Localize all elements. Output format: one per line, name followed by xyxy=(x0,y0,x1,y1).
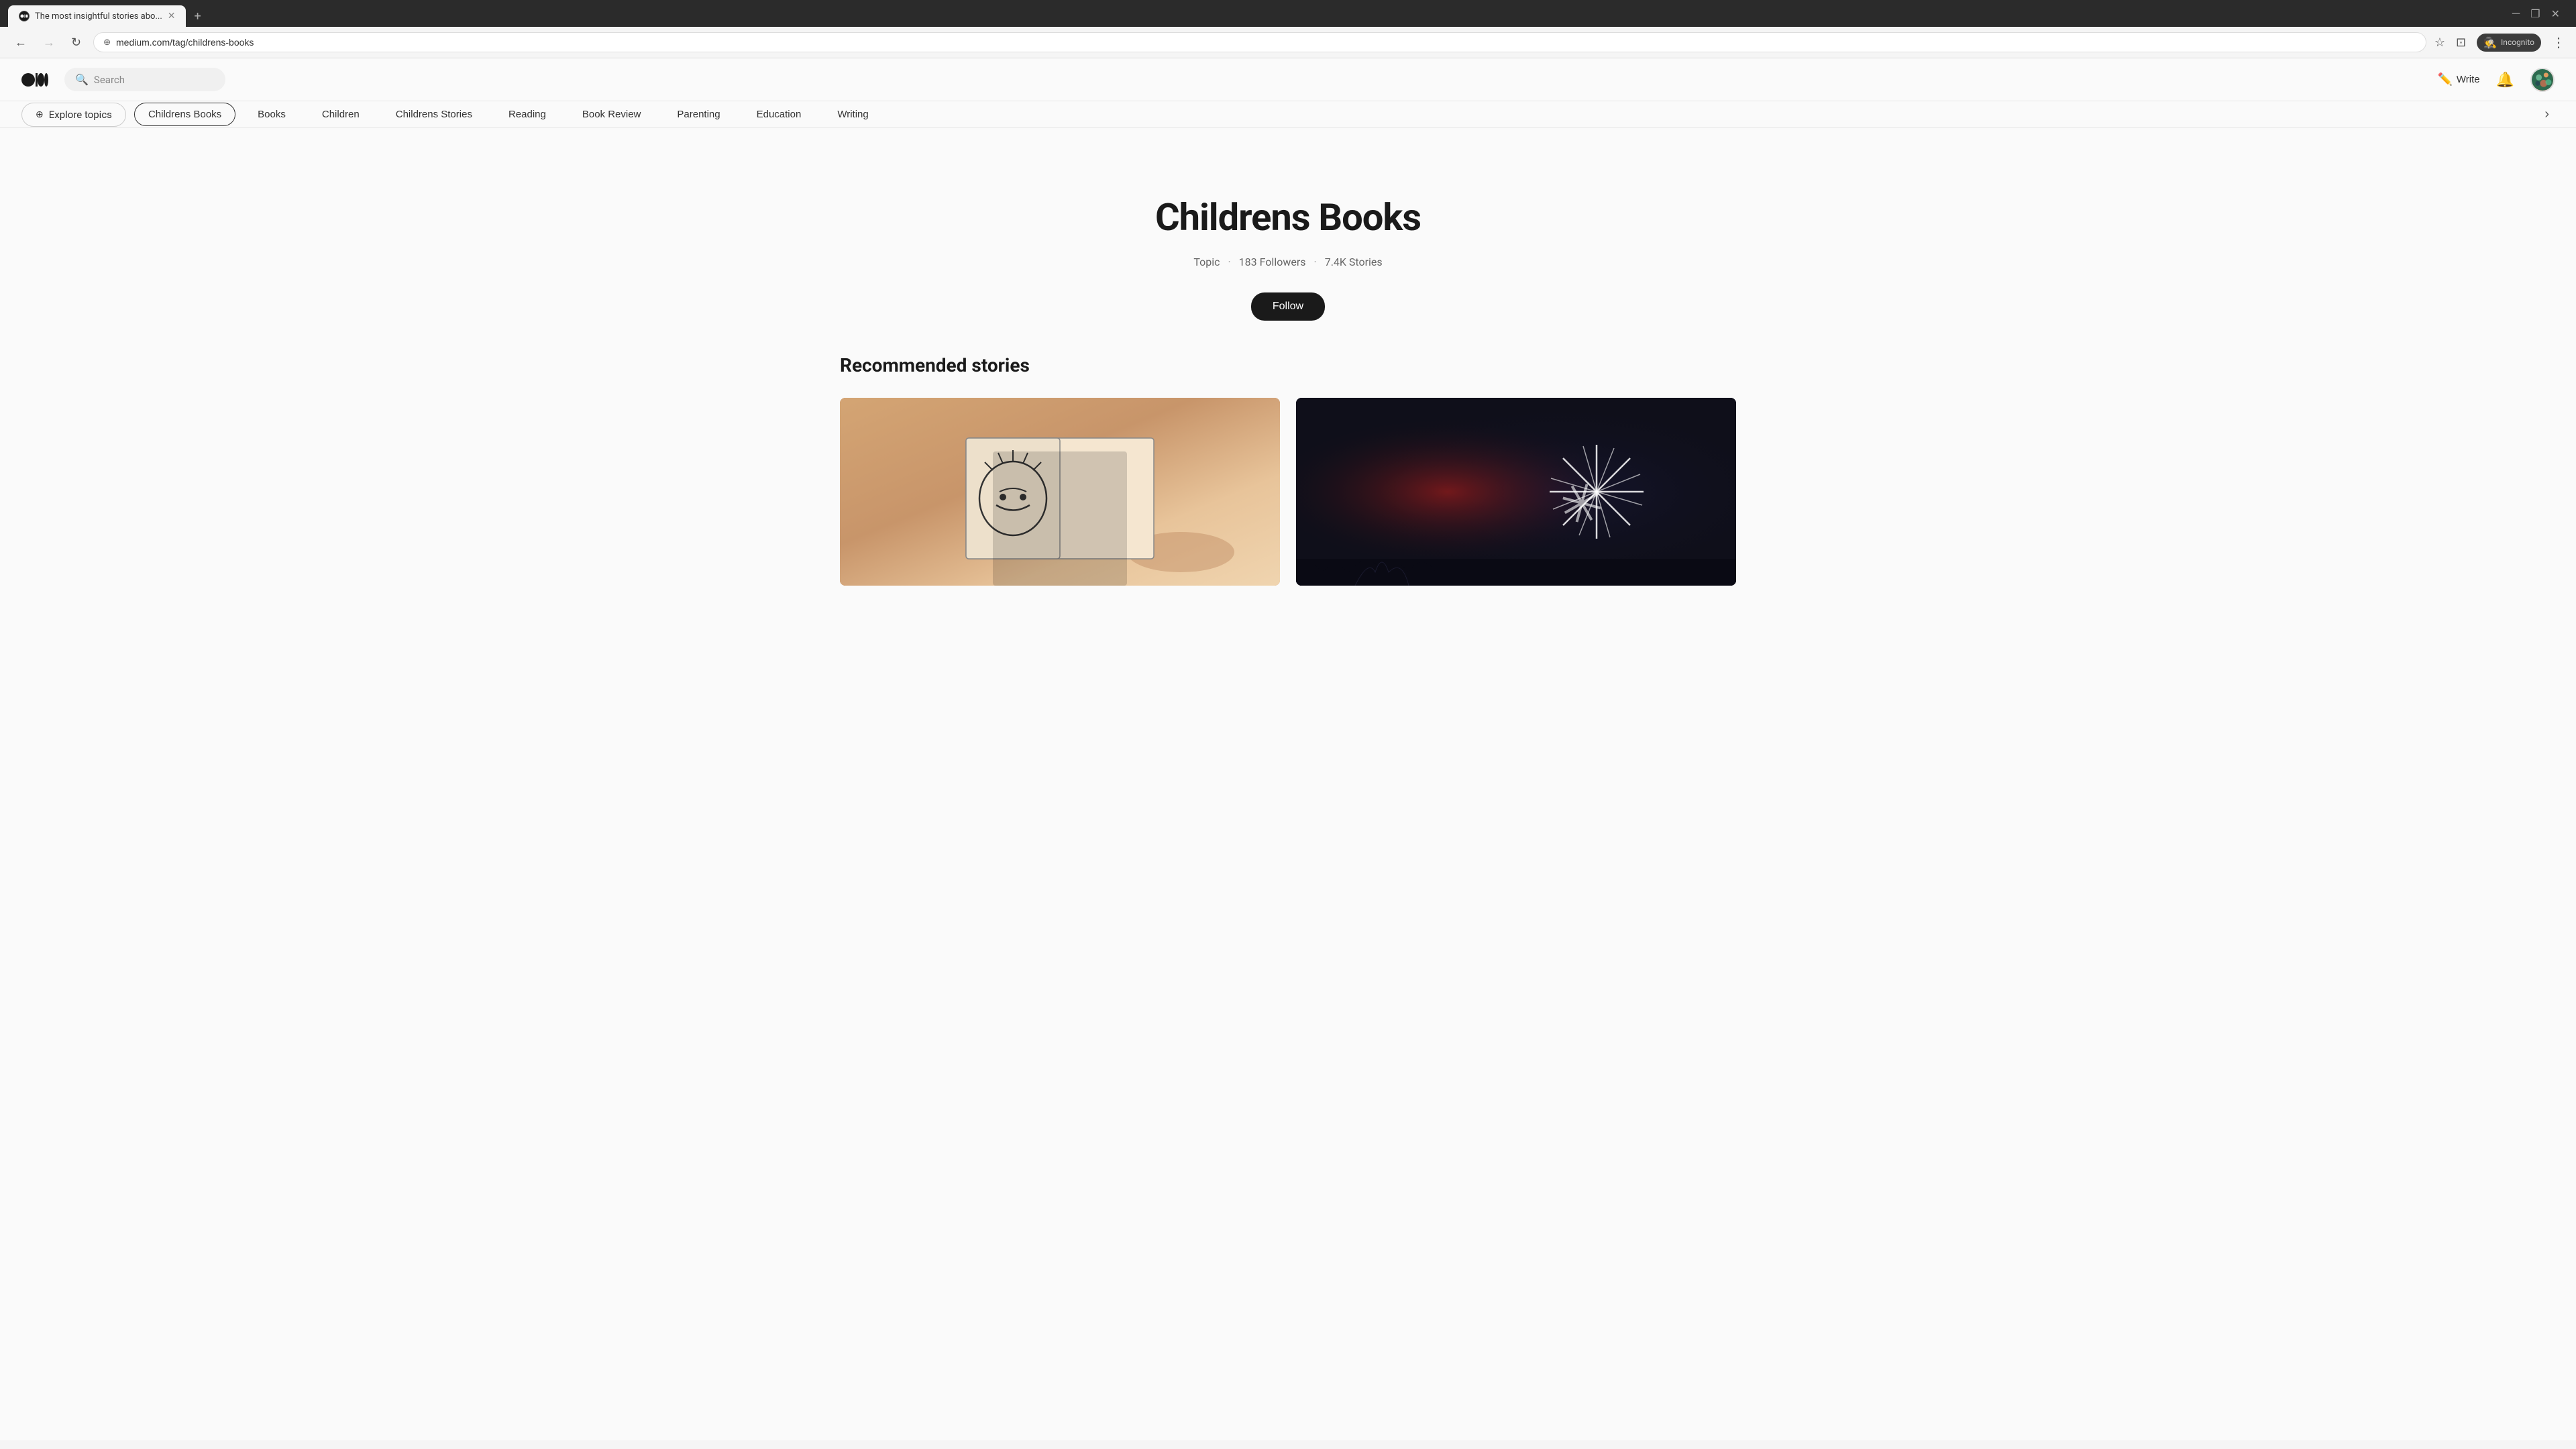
split-screen-icon[interactable]: ⊡ xyxy=(2456,36,2466,50)
tag-chip-reading[interactable]: Reading xyxy=(494,103,560,126)
tag-chip-parenting[interactable]: Parenting xyxy=(663,103,734,126)
search-icon: 🔍 xyxy=(75,73,89,86)
search-bar[interactable]: 🔍 Search xyxy=(64,68,225,91)
topic-followers: 183 Followers xyxy=(1239,256,1306,268)
tag-chip-education[interactable]: Education xyxy=(743,103,816,126)
topic-title: Childrens Books xyxy=(840,195,1736,239)
minimize-btn[interactable]: ─ xyxy=(2512,7,2520,20)
browser-tab-active[interactable]: The most insightful stories abo... ✕ xyxy=(8,5,186,27)
main-content: Childrens Books Topic · 183 Followers · … xyxy=(818,128,1758,612)
incognito-icon: 🕵 xyxy=(2483,36,2497,49)
address-bar-container[interactable]: ⊕ xyxy=(93,32,2426,52)
browser-tab-bar: The most insightful stories abo... ✕ + ─… xyxy=(0,0,2576,27)
story-image-2 xyxy=(1296,398,1736,586)
stories-grid xyxy=(840,398,1736,586)
incognito-label: Incognito xyxy=(2501,38,2534,47)
topic-hero: Childrens Books Topic · 183 Followers · … xyxy=(840,168,1736,354)
story-card-1[interactable] xyxy=(840,398,1280,586)
close-btn[interactable]: ✕ xyxy=(2551,7,2560,20)
browser-chrome: The most insightful stories abo... ✕ + ─… xyxy=(0,0,2576,58)
reload-btn[interactable]: ↻ xyxy=(67,33,85,52)
tag-chip-writing[interactable]: Writing xyxy=(823,103,882,126)
address-bar[interactable] xyxy=(116,37,2416,48)
header-right: ✏️ Write 🔔 xyxy=(2437,68,2555,92)
topic-meta: Topic · 183 Followers · 7.4K Stories xyxy=(840,256,1736,268)
story-card-2[interactable] xyxy=(1296,398,1736,586)
recommended-section: Recommended stories xyxy=(840,354,1736,586)
meta-dot-2: · xyxy=(1314,256,1317,268)
tag-chip-childrens-stories[interactable]: Childrens Stories xyxy=(382,103,486,126)
explore-icon: ⊕ xyxy=(36,109,44,120)
meta-dot-1: · xyxy=(1228,256,1230,268)
medium-app: 🔍 Search ✏️ Write 🔔 ⊕ xyxy=(0,58,2576,1440)
topic-stories: 7.4K Stories xyxy=(1325,256,1383,268)
tab-title: The most insightful stories abo... xyxy=(35,11,162,21)
security-icon: ⊕ xyxy=(103,38,111,48)
bookmark-icon[interactable]: ☆ xyxy=(2434,36,2445,50)
more-options-btn[interactable]: ⋮ xyxy=(2552,34,2565,50)
tab-close-btn[interactable]: ✕ xyxy=(168,11,176,21)
restore-btn[interactable]: ❐ xyxy=(2530,7,2540,20)
topic-type: Topic xyxy=(1193,256,1220,268)
back-btn[interactable]: ← xyxy=(11,33,31,52)
toolbar-actions: ☆ ⊡ 🕵 Incognito ⋮ xyxy=(2434,34,2565,52)
tab-favicon xyxy=(19,11,30,21)
user-avatar[interactable] xyxy=(2530,68,2555,92)
window-controls: ─ ❐ ✕ xyxy=(2512,7,2568,25)
tag-chip-books[interactable]: Books xyxy=(244,103,300,126)
story-image-1 xyxy=(840,398,1280,586)
search-placeholder: Search xyxy=(94,74,125,86)
new-tab-btn[interactable]: + xyxy=(189,7,206,26)
tag-chip-children[interactable]: Children xyxy=(308,103,374,126)
notification-btn[interactable]: 🔔 xyxy=(2496,71,2514,89)
explore-topics-btn[interactable]: ⊕ Explore topics xyxy=(21,103,126,127)
write-btn[interactable]: ✏️ Write xyxy=(2437,72,2479,87)
forward-btn[interactable]: → xyxy=(39,33,59,52)
tags-scroll-right-btn[interactable]: › xyxy=(2539,101,2555,127)
browser-toolbar: ← → ↻ ⊕ ☆ ⊡ 🕵 Incognito ⋮ xyxy=(0,27,2576,58)
follow-btn[interactable]: Follow xyxy=(1251,292,1325,321)
medium-logo[interactable] xyxy=(21,70,48,89)
tag-chip-book-review[interactable]: Book Review xyxy=(568,103,655,126)
tags-bar: ⊕ Explore topics Childrens Books Books C… xyxy=(0,101,2576,128)
write-icon: ✏️ xyxy=(2437,72,2452,87)
recommended-title: Recommended stories xyxy=(840,354,1736,376)
explore-label: Explore topics xyxy=(49,109,112,121)
write-label: Write xyxy=(2457,74,2480,85)
medium-header: 🔍 Search ✏️ Write 🔔 xyxy=(0,58,2576,101)
incognito-badge[interactable]: 🕵 Incognito xyxy=(2477,34,2541,52)
tag-chip-childrens-books[interactable]: Childrens Books xyxy=(134,103,235,126)
